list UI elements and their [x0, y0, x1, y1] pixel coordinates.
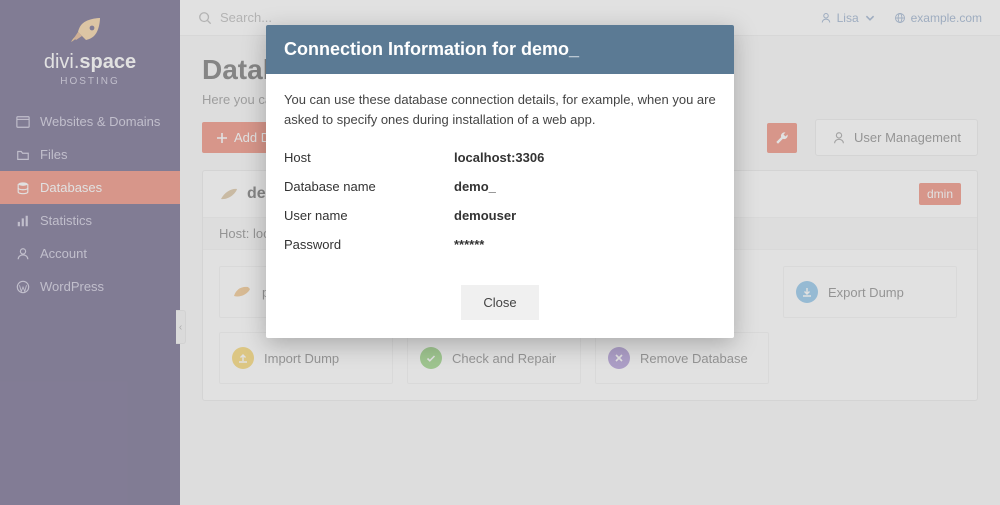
- info-value: demo_: [454, 179, 496, 194]
- info-value: demouser: [454, 208, 516, 223]
- modal-title: Connection Information for demo_: [266, 25, 734, 74]
- info-row-password: Password ******: [284, 230, 716, 259]
- info-label: Password: [284, 237, 454, 252]
- info-row-username: User name demouser: [284, 201, 716, 230]
- modal-footer: Close: [266, 275, 734, 338]
- info-label: Database name: [284, 179, 454, 194]
- close-button[interactable]: Close: [461, 285, 538, 320]
- info-value: ******: [454, 237, 484, 252]
- info-row-dbname: Database name demo_: [284, 172, 716, 201]
- info-label: Host: [284, 150, 454, 165]
- connection-info-modal: Connection Information for demo_ You can…: [266, 25, 734, 338]
- info-row-host: Host localhost:3306: [284, 143, 716, 172]
- modal-body: You can use these database connection de…: [266, 74, 734, 275]
- info-value: localhost:3306: [454, 150, 544, 165]
- modal-description: You can use these database connection de…: [284, 90, 716, 129]
- info-label: User name: [284, 208, 454, 223]
